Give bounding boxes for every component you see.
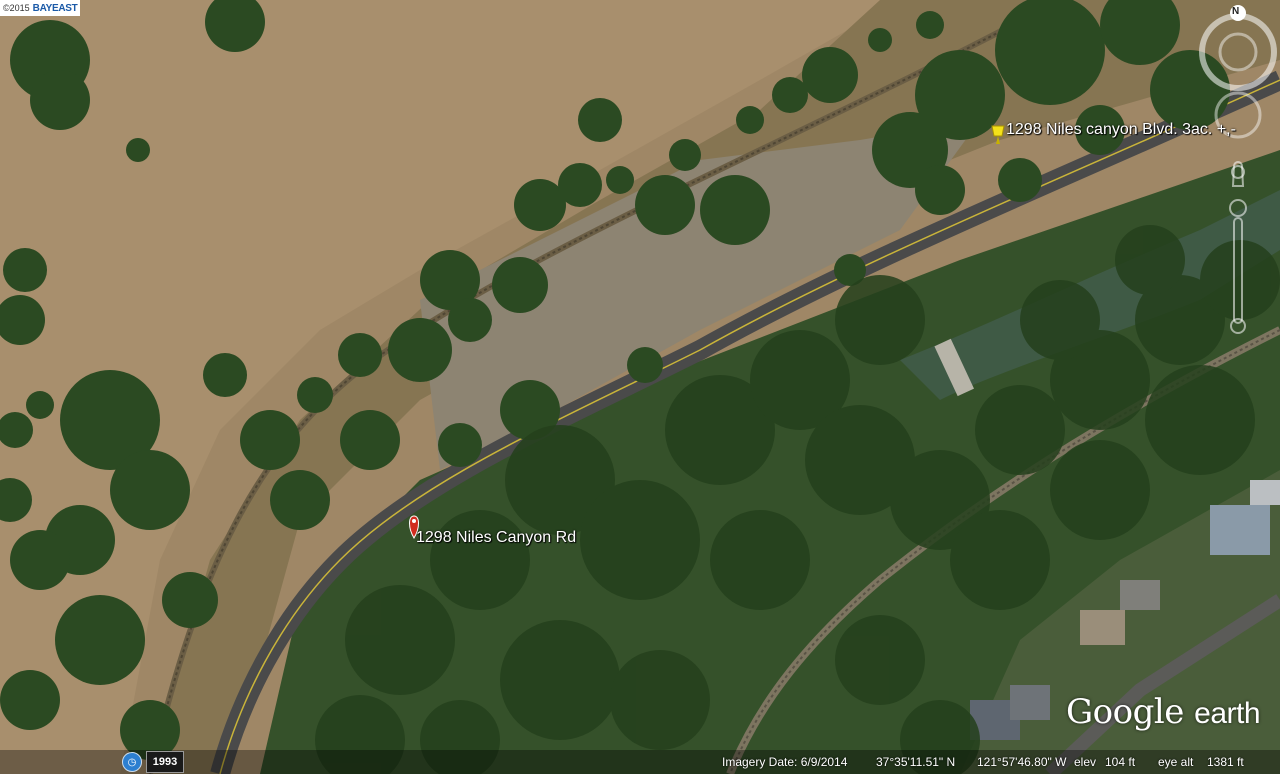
placemark-label-niles-canyon-rd[interactable]: 1298 Niles Canyon Rd bbox=[416, 529, 576, 547]
status-bar: Imagery Date: 6/9/2014 37°35'11.51" N 12… bbox=[0, 750, 1280, 774]
imagery-date: Imagery Date: 6/9/2014 bbox=[722, 755, 848, 769]
eye-alt-value: 1381 ft bbox=[1207, 755, 1244, 769]
latitude: 37°35'11.51" N bbox=[876, 755, 956, 769]
historical-imagery-clock-icon[interactable]: ◷ bbox=[122, 752, 142, 772]
longitude: 121°57'46.80" W bbox=[977, 755, 1067, 769]
house-roof bbox=[1010, 685, 1050, 720]
north-label: N bbox=[1232, 6, 1240, 17]
house-roof bbox=[1080, 610, 1125, 645]
elev-value: 104 ft bbox=[1105, 755, 1136, 769]
placemark-label-niles-canyon-blvd[interactable]: 1298 Niles canyon Blvd. 3ac. +,- bbox=[1006, 121, 1236, 139]
copyright-badge: ©2015 BAYEAST bbox=[0, 0, 81, 16]
house-roof bbox=[1210, 505, 1270, 555]
satellite-map[interactable] bbox=[0, 0, 1280, 774]
bayeast-logo: BAYEAST bbox=[32, 2, 78, 14]
google-earth-logo: Google earth bbox=[1066, 692, 1261, 732]
house-roof bbox=[1120, 580, 1160, 610]
elev-label: elev bbox=[1074, 755, 1097, 769]
eye-alt-label: eye alt bbox=[1158, 755, 1194, 769]
historical-year-badge[interactable]: 1993 bbox=[146, 751, 184, 773]
earth-wordmark: earth bbox=[1194, 697, 1261, 730]
google-wordmark: Google bbox=[1066, 692, 1184, 732]
house-roof bbox=[1250, 480, 1280, 505]
copyright-year: ©2015 bbox=[3, 3, 30, 13]
